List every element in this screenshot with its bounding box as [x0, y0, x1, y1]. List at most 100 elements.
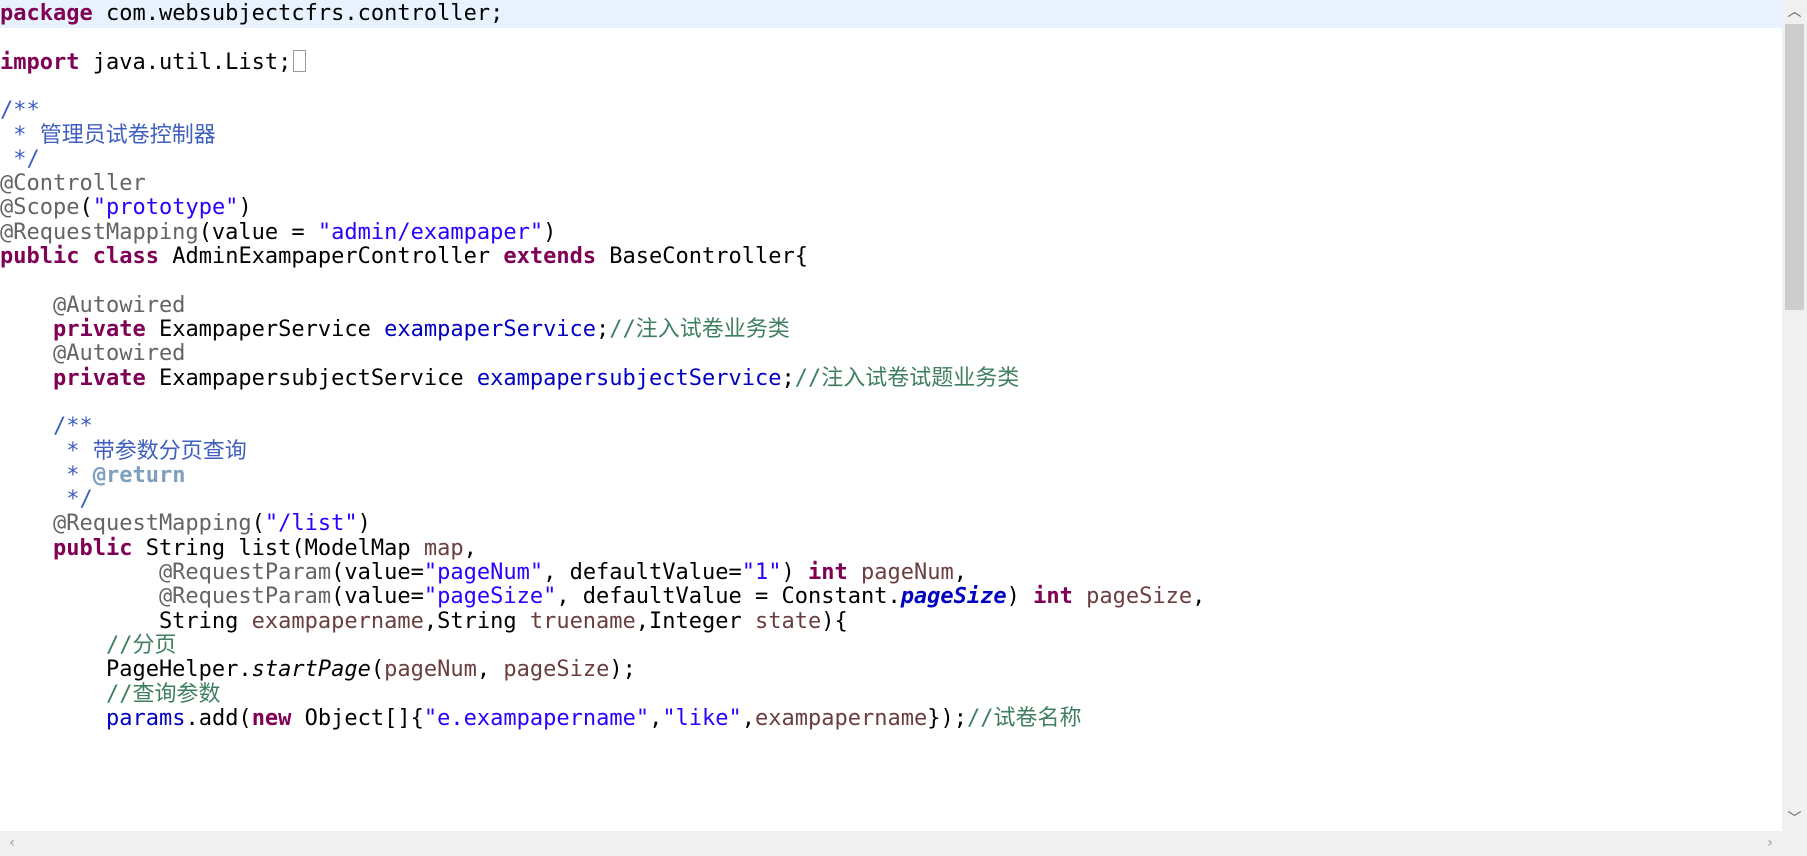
keyword-public: public	[0, 244, 80, 269]
javadoc-tag: @return	[92, 463, 186, 488]
annotation-controller: @Controller	[0, 171, 146, 196]
string-literal: "like"	[662, 706, 742, 731]
scrollbar-corner	[1782, 831, 1807, 856]
string-literal: "pageSize"	[423, 584, 557, 609]
parameter-name: pageNum	[861, 560, 954, 585]
code-line-11[interactable]: public class AdminExampaperController ex…	[0, 243, 1782, 271]
code-line-25[interactable]: @RequestParam(value="pageSize", defaultV…	[0, 583, 1782, 611]
code-text: (	[370, 657, 385, 682]
type-name: ExampapersubjectService	[145, 366, 477, 391]
string-literal: "e.exampapername"	[423, 706, 650, 731]
code-line-9[interactable]: @Scope("prototype")	[0, 194, 1782, 222]
keyword-private: private	[0, 366, 146, 391]
code-text: )	[781, 560, 809, 585]
line-comment: //分页	[0, 633, 177, 658]
code-editor[interactable]: package com.websubjectcfrs.controller; i…	[0, 0, 1782, 831]
javadoc-close: */	[0, 487, 93, 512]
comma: ,	[463, 536, 477, 561]
code-text: Object[]{	[291, 706, 424, 731]
comma: ,	[741, 706, 756, 731]
code-text: ,String	[423, 609, 530, 634]
parameter-name: map	[423, 536, 464, 561]
code-text: ,Integer	[635, 609, 756, 634]
scroll-up-icon[interactable]: ︿	[1782, 0, 1807, 24]
code-line-30[interactable]: params.add(new Object[]{"e.exampapername…	[0, 705, 1782, 733]
keyword-class: class	[92, 244, 159, 269]
keyword-package: package	[0, 1, 93, 26]
field-name: exampaperService	[384, 317, 597, 342]
method-signature: String list(ModelMap	[132, 536, 424, 561]
line-comment: //注入试卷业务类	[609, 317, 790, 342]
code-text: (value =	[198, 220, 318, 245]
code-text: ){	[821, 609, 848, 634]
annotation-autowired: @Autowired	[0, 293, 186, 318]
horizontal-scrollbar[interactable]: ‹ ›	[0, 831, 1782, 856]
paren: )	[357, 511, 371, 536]
code-text: ,	[476, 657, 504, 682]
javadoc-text: * 带参数分页查询	[0, 439, 247, 464]
code-line-15[interactable]: @Autowired	[0, 340, 1782, 368]
code-text: )	[1006, 584, 1034, 609]
javadoc-close: */	[0, 147, 40, 172]
package-name: com.websubjectcfrs.controller;	[92, 1, 504, 26]
code-text: );	[609, 657, 636, 682]
paren: )	[238, 195, 252, 220]
scroll-left-icon[interactable]: ‹	[0, 831, 24, 856]
parameter-name: exampapername	[251, 609, 424, 634]
import-path: java.util.List;	[79, 50, 292, 75]
scroll-right-icon[interactable]: ›	[1758, 831, 1782, 856]
paren: )	[543, 220, 557, 245]
javadoc-open: /**	[0, 98, 40, 123]
javadoc-open: /**	[0, 414, 93, 439]
variable-name: pageSize	[503, 657, 610, 682]
line-comment: //注入试卷试题业务类	[794, 366, 1020, 391]
parameter-name: pageSize	[1086, 584, 1193, 609]
semicolon: ;	[781, 366, 795, 391]
keyword-extends: extends	[503, 244, 597, 269]
folded-imports-icon[interactable]	[293, 50, 307, 72]
paren: (	[251, 511, 265, 536]
annotation-requestmapping: @RequestMapping	[0, 511, 252, 536]
keyword-int: int	[1033, 584, 1073, 609]
string-literal: "1"	[741, 560, 782, 585]
annotation-requestparam: @RequestParam	[0, 584, 332, 609]
code-text: .add(	[185, 706, 252, 731]
comma: ,	[1192, 584, 1206, 609]
annotation-autowired: @Autowired	[0, 341, 186, 366]
keyword-public: public	[0, 536, 133, 561]
code-line-1[interactable]: package com.websubjectcfrs.controller;	[0, 0, 1782, 28]
code-line-3[interactable]: import java.util.List;	[0, 49, 1782, 77]
keyword-new: new	[251, 706, 292, 731]
string-literal: "prototype"	[92, 195, 239, 220]
static-method: startPage	[251, 657, 371, 682]
variable-name: pageNum	[384, 657, 477, 682]
javadoc-text: * 管理员试卷控制器	[0, 123, 216, 148]
class-name: AdminExampaperController	[158, 244, 504, 269]
type-name: ExampaperService	[145, 317, 385, 342]
code-line-16[interactable]: private ExampapersubjectService exampape…	[0, 365, 1782, 393]
line-comment: //试卷名称	[966, 706, 1082, 731]
string-literal: "/list"	[264, 511, 358, 536]
keyword-int: int	[808, 560, 848, 585]
code-line-18[interactable]: /**	[0, 413, 1782, 441]
code-line-28[interactable]: PageHelper.startPage(pageNum, pageSize);	[0, 656, 1782, 684]
vertical-scrollbar[interactable]: ︿ ﹀	[1782, 0, 1807, 831]
scroll-down-icon[interactable]: ﹀	[1782, 807, 1807, 831]
semicolon: ;	[596, 317, 610, 342]
javadoc-prefix: *	[0, 463, 93, 488]
code-text: PageHelper.	[0, 657, 252, 682]
code-line-5[interactable]: /**	[0, 97, 1782, 125]
paren: (	[79, 195, 93, 220]
parameter-name: truename	[529, 609, 636, 634]
vertical-scroll-thumb[interactable]	[1785, 24, 1804, 310]
keyword-import: import	[0, 50, 80, 75]
code-text: (value=	[331, 560, 424, 585]
string-literal: "admin/exampaper"	[317, 220, 544, 245]
keyword-private: private	[0, 317, 146, 342]
comma: ,	[953, 560, 967, 585]
code-text: , defaultValue=	[543, 560, 742, 585]
annotation-requestparam: @RequestParam	[0, 560, 332, 585]
code-line-22[interactable]: @RequestMapping("/list")	[0, 510, 1782, 538]
